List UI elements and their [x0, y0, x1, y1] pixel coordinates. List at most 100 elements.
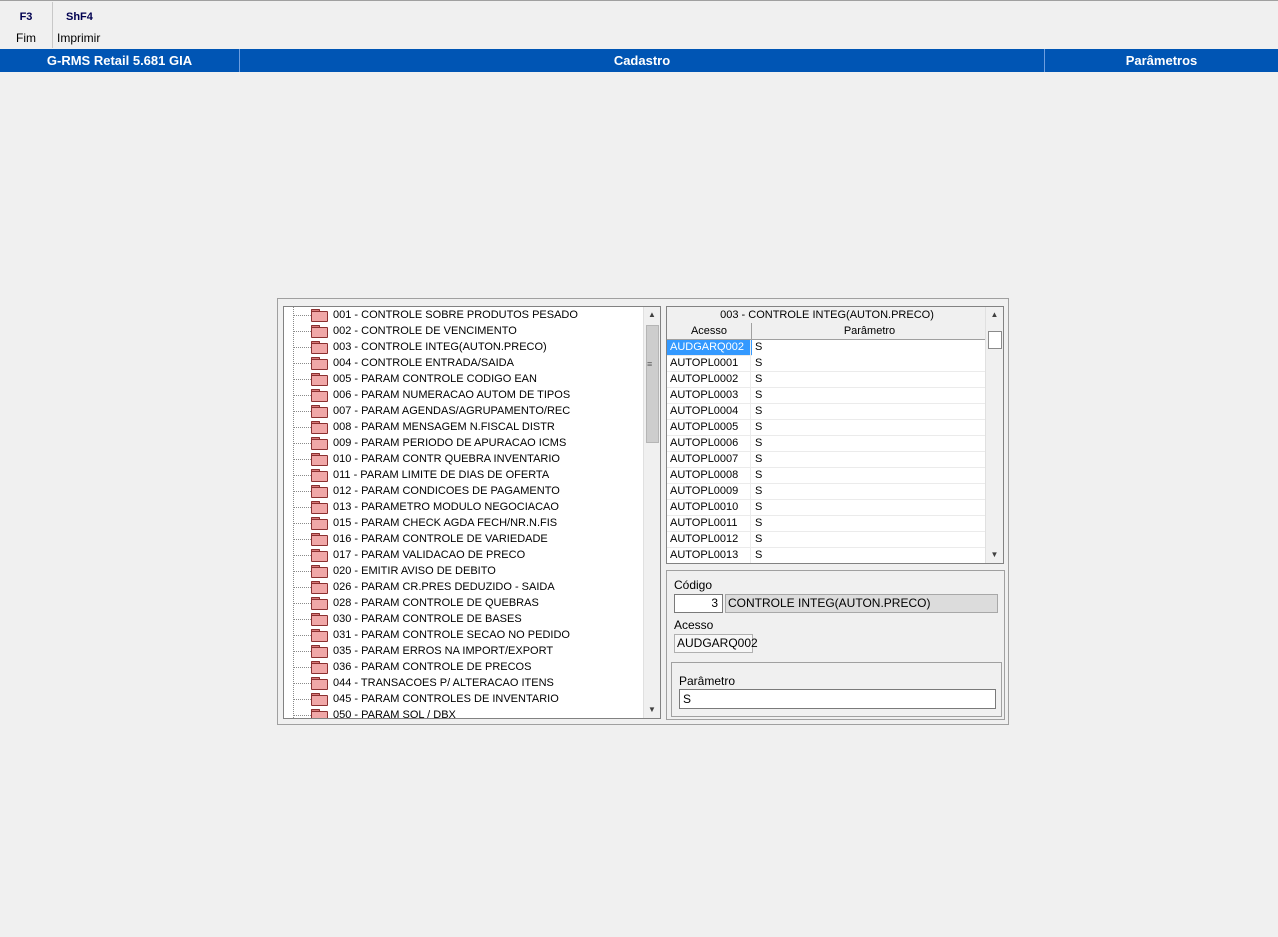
function-key-toolbar: F3 Fim ShF4 Imprimir — [0, 0, 1278, 48]
scroll-up-arrow-icon[interactable]: ▲ — [644, 307, 660, 323]
cell-parametro: S — [755, 485, 763, 497]
table-row[interactable]: AUTOPL0012 S — [667, 532, 987, 548]
table-row[interactable]: AUTOPL0003 S — [667, 388, 987, 404]
tree-connector — [293, 587, 313, 588]
scroll-down-arrow-icon[interactable]: ▼ — [986, 547, 1003, 563]
tree-item-label: 013 - PARAMETRO MODULO NEGOCIACAO — [333, 501, 559, 513]
tree-item-label: 017 - PARAM VALIDACAO DE PRECO — [333, 549, 526, 561]
tree-item-label: 050 - PARAM SQL / DBX — [333, 709, 456, 719]
tree-item-label: 020 - EMITIR AVISO DE DEBITO — [333, 565, 496, 577]
screen-title: Parâmetros — [1125, 53, 1198, 68]
f3-fim-button[interactable]: F3 Fim — [0, 2, 53, 48]
cell-acesso: AUTOPL0006 — [667, 436, 751, 452]
tree-item-label: 044 - TRANSACOES P/ ALTERACAO ITENS — [333, 677, 554, 689]
grid-scrollbar[interactable]: ▲ ▼ — [985, 307, 1003, 563]
parametro-groupbox: Parâmetro S — [671, 662, 1002, 717]
cell-acesso: AUTOPL0012 — [667, 532, 751, 548]
tree-connector — [293, 315, 313, 316]
table-row[interactable]: AUDGARQ002 S — [667, 340, 987, 356]
table-row[interactable]: AUTOPL0007 S — [667, 452, 987, 468]
tree-connector — [293, 411, 313, 412]
tree-item-label: 008 - PARAM MENSAGEM N.FISCAL DISTR — [333, 421, 555, 433]
tree-connector — [293, 603, 313, 604]
shf4-imprimir-button[interactable]: ShF4 Imprimir — [54, 2, 108, 48]
cell-acesso: AUTOPL0005 — [667, 420, 751, 436]
cell-parametro: S — [752, 340, 987, 356]
tree-connector — [293, 379, 313, 380]
table-row[interactable]: AUTOPL0009 S — [667, 484, 987, 500]
cell-parametro: S — [755, 437, 763, 449]
tree-connector — [293, 651, 313, 652]
tree-connector — [293, 331, 313, 332]
scroll-thumb[interactable] — [988, 331, 1002, 349]
codigo-field[interactable]: 3 — [674, 594, 723, 613]
tree-item-label: 030 - PARAM CONTROLE DE BASES — [333, 613, 522, 625]
cell-acesso: AUTOPL0009 — [667, 484, 751, 500]
table-row[interactable]: AUTOPL0001 S — [667, 356, 987, 372]
tree-connector — [293, 635, 313, 636]
parametro-field[interactable]: S — [679, 689, 996, 709]
table-row[interactable]: AUTOPL0006 S — [667, 436, 987, 452]
table-row[interactable]: AUTOPL0004 S — [667, 404, 987, 420]
cell-parametro: S — [755, 549, 763, 561]
cell-parametro: S — [755, 469, 763, 481]
scroll-up-arrow-icon[interactable]: ▲ — [986, 307, 1003, 323]
codigo-label: Código — [674, 578, 713, 592]
tree-connector — [293, 443, 313, 444]
folder-icon — [311, 517, 328, 530]
scroll-thumb[interactable] — [646, 325, 659, 443]
cell-parametro: S — [755, 517, 763, 529]
column-header-parametro[interactable]: Parâmetro — [752, 323, 987, 339]
tree-item-label: 009 - PARAM PERIODO DE APURACAO ICMS — [333, 437, 567, 449]
title-bar: G-RMS Retail 5.681 GIA Cadastro Parâmetr… — [0, 49, 1278, 72]
tree-connector — [293, 699, 313, 700]
folder-icon — [311, 581, 328, 594]
table-row[interactable]: AUTOPL0011 S — [667, 516, 987, 532]
tree-item-label: 035 - PARAM ERROS NA IMPORT/EXPORT — [333, 645, 554, 657]
cell-parametro: S — [755, 533, 763, 545]
table-row[interactable]: AUTOPL0008 S — [667, 468, 987, 484]
cell-acesso: AUTOPL0004 — [667, 404, 751, 420]
shf4-action-label: Imprimir — [57, 31, 101, 45]
table-row[interactable]: AUTOPL0005 S — [667, 420, 987, 436]
table-row[interactable]: AUTOPL0013 S — [667, 548, 987, 563]
folder-icon — [311, 453, 328, 466]
folder-icon — [311, 597, 328, 610]
folder-icon — [311, 485, 328, 498]
tree-connector — [293, 715, 313, 716]
grid-title: 003 - CONTROLE INTEG(AUTON.PRECO) — [667, 307, 987, 324]
tree-item-label: 031 - PARAM CONTROLE SECAO NO PEDIDO — [333, 629, 570, 641]
tree-connector — [293, 363, 313, 364]
folder-icon — [311, 437, 328, 450]
cell-parametro: S — [755, 501, 763, 513]
cell-acesso: AUTOPL0011 — [667, 516, 751, 532]
acesso-label: Acesso — [674, 618, 714, 632]
table-row[interactable]: AUTOPL0002 S — [667, 372, 987, 388]
f3-action-label: Fim — [16, 31, 36, 45]
column-header-acesso[interactable]: Acesso — [667, 323, 752, 339]
tree-scrollbar[interactable]: ▲ ≡ ▼ — [643, 307, 660, 718]
table-row[interactable]: AUTOPL0010 S — [667, 500, 987, 516]
scroll-down-arrow-icon[interactable]: ▼ — [644, 702, 660, 718]
tree-item-label: 005 - PARAM CONTROLE CODIGO EAN — [333, 373, 537, 385]
folder-icon — [311, 533, 328, 546]
folder-icon — [311, 389, 328, 402]
tree-connector — [293, 667, 313, 668]
f3-key-label: F3 — [19, 11, 33, 23]
tree-item-label: 045 - PARAM CONTROLES DE INVENTARIO — [333, 693, 559, 705]
folder-icon — [311, 709, 328, 718]
cell-acesso: AUTOPL0001 — [667, 356, 751, 372]
cell-acesso: AUTOPL0002 — [667, 372, 751, 388]
cell-parametro: S — [755, 357, 763, 369]
tree-connector — [293, 347, 313, 348]
folder-icon — [311, 677, 328, 690]
tree-item-label: 003 - CONTROLE INTEG(AUTON.PRECO) — [333, 341, 547, 353]
cell-parametro: S — [755, 373, 763, 385]
access-grid[interactable]: 003 - CONTROLE INTEG(AUTON.PRECO) Acesso… — [666, 306, 1004, 564]
parameter-tree[interactable]: 001 - CONTROLE SOBRE PRODUTOS PESADO 002 … — [283, 306, 661, 719]
tree-item-label: 007 - PARAM AGENDAS/AGRUPAMENTO/REC — [333, 405, 571, 417]
cell-parametro: S — [755, 389, 763, 401]
parameters-panel: 001 - CONTROLE SOBRE PRODUTOS PESADO 002 … — [277, 298, 1009, 725]
tree-item-label: 010 - PARAM CONTR QUEBRA INVENTARIO — [333, 453, 560, 465]
tree-item-label: 016 - PARAM CONTROLE DE VARIEDADE — [333, 533, 548, 545]
